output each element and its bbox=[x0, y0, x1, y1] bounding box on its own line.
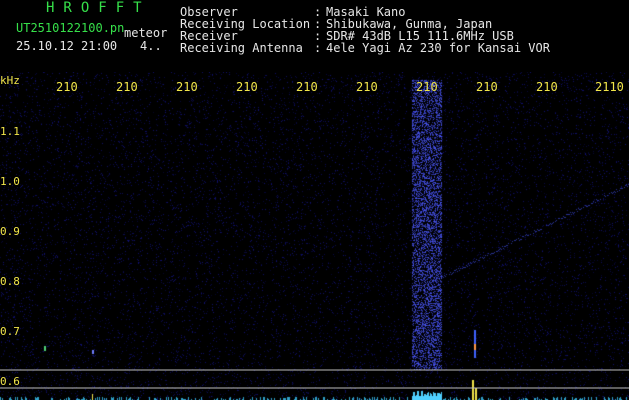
time-tick-label: 2110 bbox=[595, 80, 624, 94]
freq-tick-label: 0.9 bbox=[0, 225, 20, 238]
time-tick-label: 210 bbox=[296, 80, 318, 94]
freq-tick-label: 1.0 bbox=[0, 175, 20, 188]
freq-tick-label: 0.8 bbox=[0, 275, 20, 288]
time-tick-label: 210 bbox=[356, 80, 378, 94]
time-tick-label: 210 bbox=[476, 80, 498, 94]
time-tick-label: 210 bbox=[176, 80, 198, 94]
freq-tick-label: 1.1 bbox=[0, 125, 20, 138]
axis-overlay bbox=[0, 369, 629, 389]
time-tick-label: 210 bbox=[56, 80, 78, 94]
freq-tick-label: 0.6 bbox=[0, 375, 20, 388]
freq-unit-label: kHz bbox=[0, 74, 20, 87]
time-tick-label: 210 bbox=[236, 80, 258, 94]
freq-tick-label: 0.7 bbox=[0, 325, 20, 338]
time-tick-label: 210 bbox=[536, 80, 558, 94]
time-tick-label: 210 bbox=[116, 80, 138, 94]
time-tick-label: 210 bbox=[416, 80, 438, 94]
